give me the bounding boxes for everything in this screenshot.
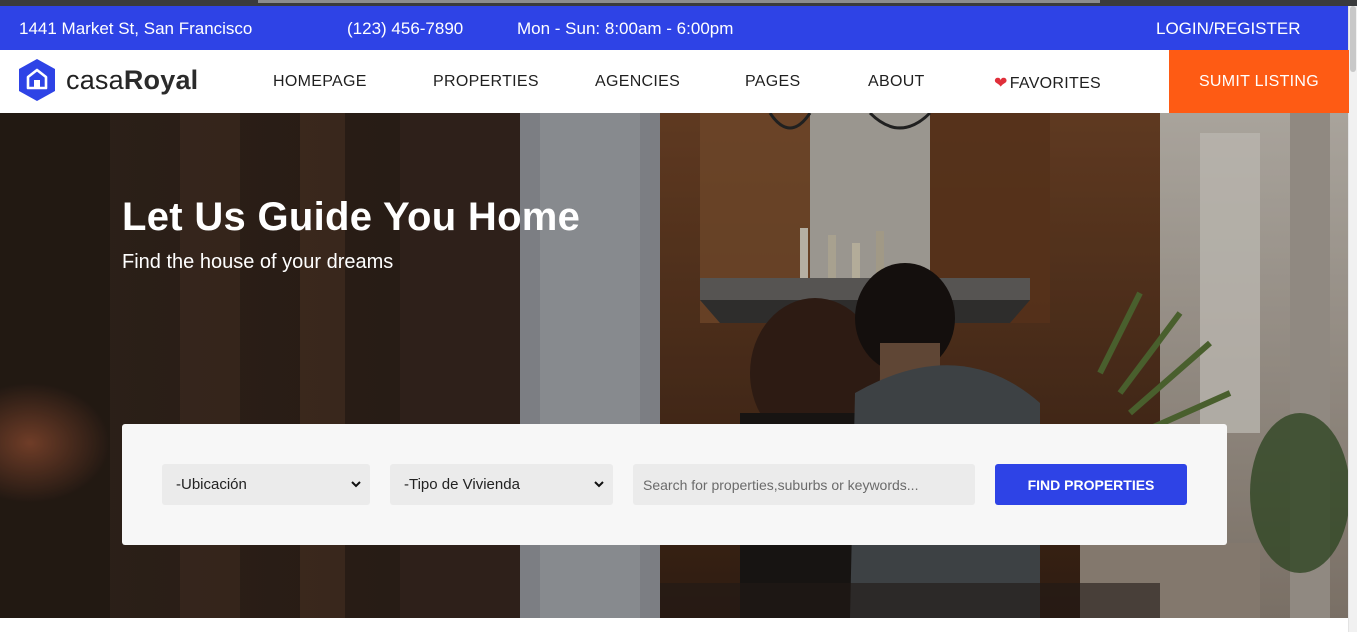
hero-title: Let Us Guide You Home — [122, 195, 581, 239]
heart-icon: ❤ — [994, 75, 1008, 92]
brand-name-light: casa — [66, 64, 124, 95]
chevron-down-icon — [594, 481, 604, 488]
location-select[interactable]: -Ubicación — [162, 464, 370, 505]
property-type-select[interactable]: -Tipo de Vivienda — [390, 464, 613, 505]
find-properties-button[interactable]: FIND PROPERTIES — [995, 464, 1187, 505]
hexagon-house-icon — [19, 59, 55, 101]
page-scrollbar[interactable] — [1348, 6, 1357, 632]
nav-favorites-label: FAVORITES — [1009, 75, 1102, 92]
find-properties-label: FIND PROPERTIES — [1027, 476, 1155, 493]
submit-listing-button[interactable]: SUMIT LISTING — [1169, 50, 1349, 113]
nav-pages[interactable]: PAGES — [745, 73, 800, 91]
nav-favorites[interactable]: ❤ FAVORITES — [994, 73, 1101, 93]
page-bottom-edge — [0, 618, 1348, 632]
login-register-link[interactable]: LOGIN/REGISTER — [1156, 19, 1301, 39]
nav-properties[interactable]: PROPERTIES — [433, 73, 539, 91]
brand-name-bold: Royal — [123, 64, 199, 95]
nav-about[interactable]: ABOUT — [868, 73, 925, 91]
hours-text: Mon - Sun: 8:00am - 6:00pm — [517, 19, 734, 38]
browser-tab-indicator — [258, 0, 1100, 3]
hero-section: Let Us Guide You Home Find the house of … — [0, 113, 1348, 618]
submit-listing-label: SUMIT LISTING — [1198, 72, 1320, 90]
location-select-value: -Ubicación — [176, 476, 247, 493]
scrollbar-thumb[interactable] — [1350, 6, 1356, 72]
nav-agencies[interactable]: AGENCIES — [595, 73, 680, 91]
phone-text[interactable]: (123) 456-7890 — [347, 19, 463, 39]
address-text: 1441 Market St, San Francisco — [19, 19, 253, 38]
property-type-select-value: -Tipo de Vivienda — [404, 476, 520, 493]
property-search-panel: -Ubicación -Tipo de Vivienda FIND PROPER… — [122, 424, 1227, 545]
brand-name: casaRoyal — [66, 65, 198, 96]
main-navbar: casaRoyal HOMEPAGE PROPERTIES AGENCIES P… — [0, 50, 1349, 113]
nav-homepage[interactable]: HOMEPAGE — [273, 73, 367, 91]
hero-subtitle: Find the house of your dreams — [122, 251, 394, 273]
brand-logo[interactable]: casaRoyal — [18, 58, 198, 102]
keyword-search-input[interactable] — [633, 464, 975, 505]
contact-topbar: 1441 Market St, San Francisco (123) 456-… — [0, 6, 1348, 50]
chevron-down-icon — [351, 481, 361, 488]
